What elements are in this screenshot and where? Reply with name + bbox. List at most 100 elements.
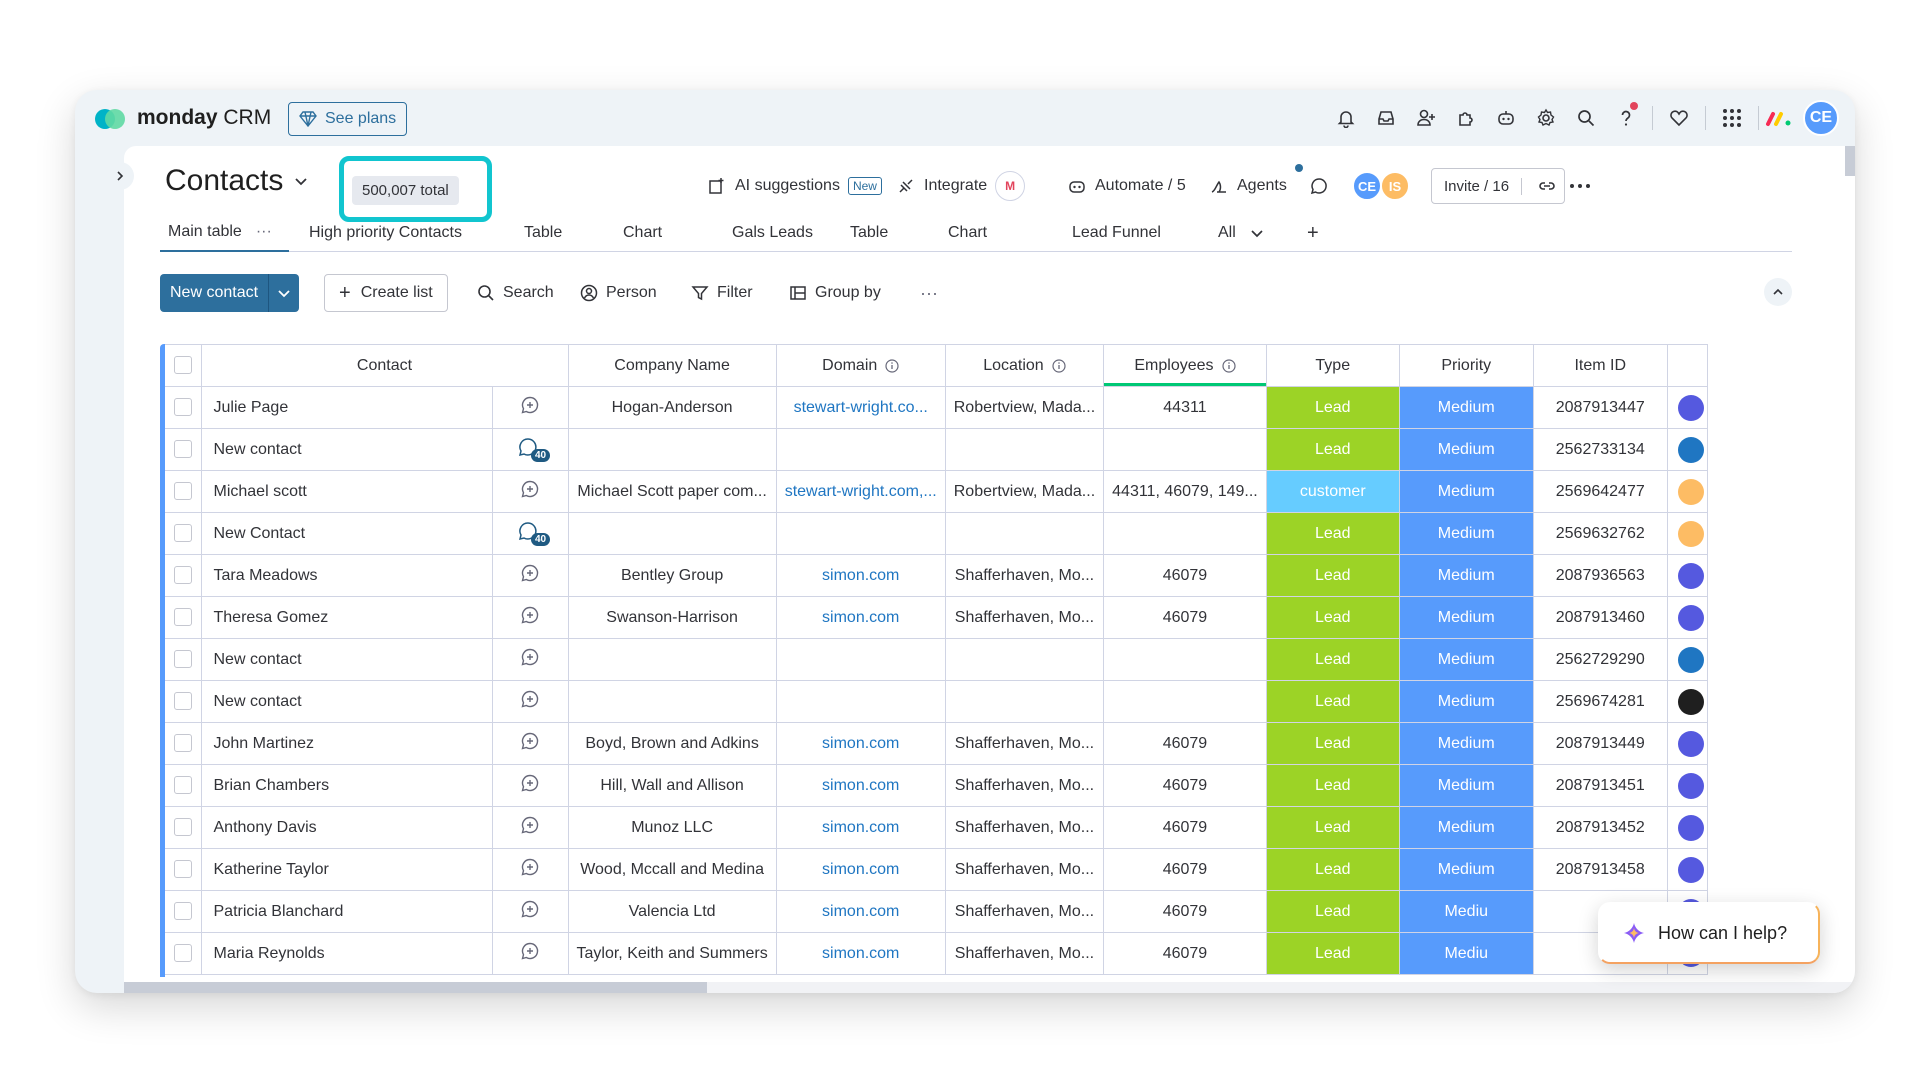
row-checkbox[interactable] [173,566,192,585]
type-status-cell[interactable]: Lead [1266,386,1400,429]
location-cell[interactable]: Shafferhaven, Mo... [945,596,1105,639]
sidebar-expand-button[interactable] [106,162,134,190]
domain-cell[interactable]: simon.com [776,596,946,639]
updates-button[interactable] [1309,168,1329,204]
tab-options[interactable]: ··· [256,223,272,241]
updates-cell[interactable] [492,806,569,849]
type-status-cell[interactable]: Lead [1266,638,1400,681]
table-row[interactable]: Patricia Blanchard Valencia Ltd simon.com S… [165,890,1708,933]
owner-cell[interactable] [1667,428,1708,471]
type-status-cell[interactable]: Lead [1266,764,1400,807]
notifications-button[interactable] [1326,100,1366,136]
column-header-type[interactable]: Type [1266,344,1400,387]
domain-cell[interactable] [776,680,946,723]
employees-cell[interactable]: 46079 [1103,932,1267,975]
contact-name-cell[interactable]: Tara Meadows [201,554,493,597]
employees-cell[interactable] [1103,638,1267,681]
contact-name-cell[interactable]: John Martinez [201,722,493,765]
tab-all-dropdown[interactable]: All [1218,214,1264,252]
priority-status-cell[interactable]: Medium [1399,428,1534,471]
priority-status-cell[interactable]: Medium [1399,722,1534,765]
invite-members-button[interactable] [1406,100,1446,136]
priority-status-cell[interactable]: Medium [1399,386,1534,429]
company-cell[interactable]: Valencia Ltd [568,890,777,933]
domain-cell[interactable] [776,638,946,681]
favorites-button[interactable] [1659,100,1699,136]
tab-lead-funnel[interactable]: Lead Funnel [1072,214,1161,252]
updates-cell[interactable] [492,932,569,975]
priority-status-cell[interactable]: Medium [1399,554,1534,597]
priority-status-cell[interactable]: Medium [1399,680,1534,723]
domain-cell[interactable] [776,428,946,471]
tab-main-table[interactable]: Main table ··· [160,214,289,252]
table-row[interactable]: Anthony Davis Munoz LLC simon.com Shafferha… [165,806,1708,849]
row-checkbox[interactable] [173,734,192,753]
employees-cell[interactable]: 44311, 46079, 149... [1103,470,1267,513]
priority-status-cell[interactable]: Medium [1399,638,1534,681]
domain-cell[interactable] [776,512,946,555]
priority-status-cell[interactable]: Medium [1399,806,1534,849]
tab-chart-2[interactable]: Chart [948,214,987,252]
contact-name-cell[interactable]: New contact [201,680,493,723]
employees-cell[interactable]: 46079 [1103,806,1267,849]
priority-status-cell[interactable]: Mediu [1399,890,1534,933]
domain-cell[interactable]: simon.com [776,554,946,597]
column-header-contact[interactable]: Contact [201,344,569,387]
contact-name-cell[interactable]: Michael scott [201,470,493,513]
updates-cell[interactable] [492,554,569,597]
company-cell[interactable] [568,638,777,681]
contact-name-cell[interactable]: Katherine Taylor [201,848,493,891]
updates-cell[interactable]: 40 [492,512,569,555]
domain-cell[interactable]: simon.com [776,890,946,933]
location-cell[interactable]: Shafferhaven, Mo... [945,764,1105,807]
domain-cell[interactable]: simon.com [776,932,946,975]
employees-cell[interactable]: 46079 [1103,848,1267,891]
location-cell[interactable] [945,680,1105,723]
company-cell[interactable]: Hill, Wall and Allison [568,764,777,807]
type-status-cell[interactable]: Lead [1266,596,1400,639]
vertical-scrollbar[interactable] [1845,146,1855,176]
ai-suggestions-button[interactable]: AI suggestions New [707,168,882,204]
company-cell[interactable] [568,428,777,471]
tab-high-priority-contacts[interactable]: High priority Contacts [309,214,462,252]
row-checkbox[interactable] [173,524,192,543]
company-cell[interactable]: Hogan-Anderson [568,386,777,429]
company-cell[interactable] [568,512,777,555]
column-header-item-id[interactable]: Item ID [1533,344,1668,387]
row-checkbox[interactable] [173,608,192,627]
table-row[interactable]: Katherine Taylor Wood, Mccall and Medina s… [165,848,1708,891]
row-checkbox[interactable] [173,692,192,711]
location-cell[interactable] [945,638,1105,681]
updates-cell[interactable] [492,722,569,765]
type-status-cell[interactable]: Lead [1266,554,1400,597]
employees-cell[interactable]: 46079 [1103,764,1267,807]
collapse-header-button[interactable] [1764,278,1792,306]
row-checkbox[interactable] [173,776,192,795]
column-header-employees[interactable]: Employees [1103,344,1267,387]
priority-status-cell[interactable]: Medium [1399,512,1534,555]
tab-gals-leads[interactable]: Gals Leads [732,214,813,252]
column-header-domain[interactable]: Domain [776,344,946,387]
table-row[interactable]: Michael scott Michael Scott paper com... s… [165,470,1708,513]
location-cell[interactable]: Shafferhaven, Mo... [945,806,1105,849]
updates-cell[interactable] [492,680,569,723]
domain-cell[interactable]: stewart-wright.com,... [776,470,946,513]
company-cell[interactable] [568,680,777,723]
location-cell[interactable]: Shafferhaven, Mo... [945,932,1105,975]
owner-cell[interactable] [1667,680,1708,723]
type-status-cell[interactable]: Lead [1266,848,1400,891]
create-list-button[interactable]: + Create list [324,274,448,312]
owner-cell[interactable] [1667,554,1708,597]
select-all-checkbox[interactable] [173,356,192,375]
domain-cell[interactable]: simon.com [776,722,946,765]
add-view-button[interactable]: + [1307,214,1319,252]
table-row[interactable]: New Contact 40 Lead Medium 2569632762 [165,512,1708,555]
help-button[interactable] [1606,100,1646,136]
employees-cell[interactable]: 46079 [1103,722,1267,765]
new-contact-button[interactable]: New contact [160,274,270,312]
contact-name-cell[interactable]: Maria Reynolds [201,932,493,975]
location-cell[interactable]: Shafferhaven, Mo... [945,554,1105,597]
board-members[interactable]: CE IS [1352,168,1410,204]
domain-cell[interactable]: simon.com [776,848,946,891]
contact-name-cell[interactable]: New contact [201,638,493,681]
